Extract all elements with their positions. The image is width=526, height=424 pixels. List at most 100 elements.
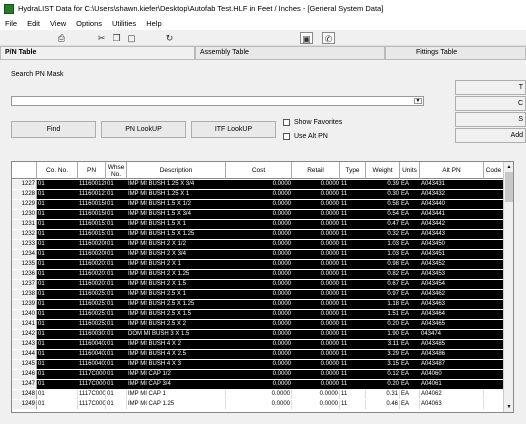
table-row[interactable]: 124101111600252001IMP MI BUSH 2.5 X 20.0… [12, 320, 504, 329]
search-pn-mask-combo[interactable]: ▼ [11, 96, 424, 106]
cell-whse-no[interactable]: 01 [106, 210, 127, 219]
cell-units[interactable]: EA [400, 320, 420, 329]
cell-type[interactable]: 11 [340, 230, 366, 239]
cell-row-number[interactable]: 1234 [12, 250, 37, 259]
cell-retail[interactable]: 0.0000 [292, 320, 340, 329]
table-row[interactable]: 123001111600150701IMP MI BUSH 1.5 X 3/40… [12, 210, 504, 219]
cell-row-number[interactable]: 1233 [12, 240, 37, 249]
cell-cost[interactable]: 0.0000 [226, 380, 292, 389]
cell-type[interactable]: 11 [340, 330, 366, 339]
tab-fittings-table[interactable]: Fittings Table [385, 46, 526, 59]
cell-alt-pn[interactable]: A04063 [420, 400, 484, 409]
table-row[interactable]: 123701111600201501IMP MI BUSH 2 X 1.50.0… [12, 280, 504, 289]
cell-row-number[interactable]: 1238 [12, 290, 37, 299]
cell-retail[interactable]: 0.0000 [292, 390, 340, 399]
cell-pn[interactable]: 1116001512 [78, 230, 106, 239]
cell-co-no[interactable]: 01 [37, 240, 78, 249]
table-row[interactable]: 122701111600120701IMP MI BUSH 1.25 X 3/4… [12, 180, 504, 189]
cell-pn[interactable]: 1116004025 [78, 350, 106, 359]
cell-row-number[interactable]: 1240 [12, 310, 37, 319]
right-button-2[interactable]: C [455, 96, 526, 111]
cell-row-number[interactable]: 1230 [12, 210, 37, 219]
cell-pn[interactable]: 1116002515 [78, 310, 106, 319]
use-alt-pn-row[interactable]: Use Alt PN [283, 133, 328, 140]
cell-weight[interactable]: 3.11 [366, 340, 400, 349]
cell-type[interactable]: 11 [340, 370, 366, 379]
scroll-down-icon[interactable]: ▼ [505, 403, 513, 411]
copy-icon[interactable]: ❐ [110, 32, 123, 44]
cell-description[interactable]: IMP MI BUSH 1.5 X 1.25 [127, 230, 226, 239]
cell-retail[interactable]: 0.0000 [292, 400, 340, 409]
cell-cost[interactable]: 0.0000 [226, 400, 292, 409]
refresh-icon[interactable]: ↻ [163, 32, 176, 44]
table-row[interactable]: 123101111600151001IMP MI BUSH 1.5 X 10.0… [12, 220, 504, 229]
cell-pn[interactable]: 1117C00007 [78, 380, 106, 389]
cell-code[interactable] [484, 330, 504, 339]
right-button-1[interactable]: T [455, 80, 526, 95]
cell-cost[interactable]: 0.0000 [226, 200, 292, 209]
menu-file[interactable]: File [0, 19, 22, 28]
cell-weight[interactable]: 0.20 [366, 320, 400, 329]
cell-weight[interactable]: 0.58 [366, 200, 400, 209]
cell-co-no[interactable]: 01 [37, 260, 78, 269]
cell-cost[interactable]: 0.0000 [226, 190, 292, 199]
cell-pn[interactable]: 1116001510 [78, 220, 106, 229]
cell-type[interactable]: 11 [340, 300, 366, 309]
cell-co-no[interactable]: 01 [37, 400, 78, 409]
cell-type[interactable]: 11 [340, 380, 366, 389]
right-button-3[interactable]: S [455, 112, 526, 127]
cut-icon[interactable]: ✂ [95, 32, 108, 44]
cell-row-number[interactable]: 1231 [12, 220, 37, 229]
cell-code[interactable] [484, 220, 504, 229]
cell-weight[interactable]: 0.30 [366, 190, 400, 199]
cell-description[interactable]: IMP MI CAP 3/4 [127, 380, 226, 389]
cell-code[interactable] [484, 300, 504, 309]
cell-cost[interactable]: 0.0000 [226, 320, 292, 329]
cell-co-no[interactable]: 01 [37, 330, 78, 339]
cell-units[interactable]: EA [400, 260, 420, 269]
cell-whse-no[interactable]: 01 [106, 360, 127, 369]
cell-description[interactable]: IMP MI BUSH 2 X 3/4 [127, 250, 226, 259]
cell-type[interactable]: 11 [340, 260, 366, 269]
cell-cost[interactable]: 0.0000 [226, 230, 292, 239]
cell-type[interactable]: 11 [340, 180, 366, 189]
cell-row-number[interactable]: 1246 [12, 370, 37, 379]
cell-description[interactable]: IMP MI BUSH 1.25 X 3/4 [127, 180, 226, 189]
cell-cost[interactable]: 0.0000 [226, 180, 292, 189]
col-header-row-number[interactable] [12, 162, 37, 179]
menu-help[interactable]: Help [141, 19, 166, 28]
cell-co-no[interactable]: 01 [37, 340, 78, 349]
find-button[interactable]: Find [11, 121, 96, 138]
cell-whse-no[interactable]: 01 [106, 240, 127, 249]
table-row[interactable]: 123401111600200701IMP MI BUSH 2 X 3/40.0… [12, 250, 504, 259]
cell-retail[interactable]: 0.0000 [292, 200, 340, 209]
cell-row-number[interactable]: 1232 [12, 230, 37, 239]
cell-alt-pn[interactable]: A043440 [420, 200, 484, 209]
cell-retail[interactable]: 0.0000 [292, 380, 340, 389]
cell-pn[interactable]: 1116004020 [78, 340, 106, 349]
cell-description[interactable]: IMP MI BUSH 2.5 X 1 [127, 290, 226, 299]
combo-dropdown-icon[interactable]: ▼ [414, 98, 422, 104]
menu-view[interactable]: View [45, 19, 71, 28]
window-icon[interactable]: ▣ [300, 32, 313, 44]
cell-row-number[interactable]: 1241 [12, 320, 37, 329]
cell-code[interactable] [484, 230, 504, 239]
cell-description[interactable]: IMP MI BUSH 2 X 1.25 [127, 270, 226, 279]
table-row[interactable]: 124001111600251501IMP MI BUSH 2.5 X 1.50… [12, 310, 504, 319]
cell-whse-no[interactable]: 01 [106, 270, 127, 279]
col-header-cost[interactable]: Cost [226, 162, 292, 179]
cell-type[interactable]: 11 [340, 340, 366, 349]
col-header-type[interactable]: Type [340, 162, 366, 179]
cell-description[interactable]: IMP MI CAP 1/2 [127, 370, 226, 379]
cell-code[interactable] [484, 180, 504, 189]
cell-weight[interactable]: 0.82 [366, 270, 400, 279]
cell-units[interactable]: EA [400, 330, 420, 339]
cell-code[interactable] [484, 210, 504, 219]
cell-whse-no[interactable]: 01 [106, 310, 127, 319]
cell-units[interactable]: EA [400, 370, 420, 379]
cell-co-no[interactable]: 01 [37, 280, 78, 289]
cell-alt-pn[interactable]: A043442 [420, 220, 484, 229]
cell-retail[interactable]: 0.0000 [292, 350, 340, 359]
cell-alt-pn[interactable]: A043451 [420, 250, 484, 259]
cell-units[interactable]: EA [400, 220, 420, 229]
